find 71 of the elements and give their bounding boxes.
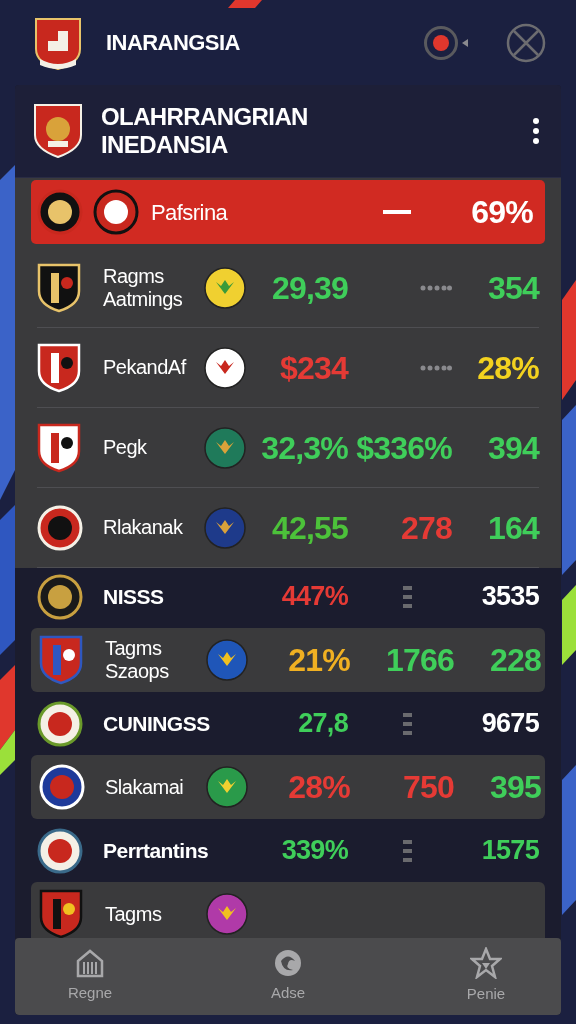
shield-icon: [37, 422, 81, 473]
badge-icon: [37, 504, 83, 551]
badge-icon: [37, 827, 83, 874]
stat-value: 21%: [288, 641, 350, 680]
team-row[interactable]: CUNINGSS 27,8 9675: [37, 695, 539, 752]
team-card[interactable]: Tagms: [31, 882, 545, 938]
shield-icon: [33, 103, 83, 159]
star-icon: [470, 947, 502, 980]
dots-icon: [420, 364, 452, 371]
stat-value: 1766: [386, 641, 454, 680]
shield-icon: [39, 635, 83, 685]
handle-icon: [403, 585, 412, 608]
team-row[interactable]: Perrtantins 339% 1575: [37, 822, 539, 879]
team-name: Pegk: [103, 436, 148, 459]
handle-icon: [403, 839, 412, 862]
stat-value: 29,39: [271, 268, 348, 308]
nav-tab[interactable]: Regne: [55, 948, 125, 1005]
stat-value: 164: [488, 508, 539, 548]
app-title: INARANGSIA: [106, 29, 240, 57]
team-name: Tagms: [105, 902, 163, 926]
team-name: Perrtantins: [103, 839, 210, 862]
highlighted-row[interactable]: Pafsrina 69%: [31, 180, 545, 244]
team-card[interactable]: Slakamai 28% 750 395: [31, 755, 545, 819]
team-name: Tagms Szaops: [105, 637, 170, 683]
dots-icon: [420, 284, 452, 291]
badge-icon: [37, 573, 83, 620]
panel-title: OLAHRRANGRIAN INEDANSIA: [101, 103, 308, 159]
nav-tab[interactable]: Penie: [451, 947, 521, 1006]
stat-value: 3535: [481, 580, 539, 614]
stat-value: 1575: [481, 834, 539, 868]
stat-value: 28%: [288, 768, 350, 807]
stat-value: $336%: [356, 428, 452, 468]
stat-value: 32,3%: [261, 428, 348, 468]
stat-value: 750: [403, 768, 454, 807]
stat-value: $234: [280, 348, 348, 388]
badge-icon: [39, 764, 85, 810]
team-name: Ragms Aatmings: [103, 264, 184, 311]
team-name: Slakamai: [105, 775, 185, 799]
stat-value: 354: [488, 268, 539, 308]
stat-value: 278: [401, 508, 452, 548]
nav-tab[interactable]: Adse: [253, 948, 323, 1005]
team-name: Pafsrina: [151, 198, 228, 227]
team-card[interactable]: Tagms Szaops 21% 1766 228: [31, 628, 545, 692]
badge-icon: [37, 189, 83, 235]
handle-icon: [403, 712, 412, 735]
stat-value: 42,55: [271, 508, 348, 548]
badge-icon: [37, 700, 83, 747]
stat-value: 28%: [477, 348, 539, 388]
stat-value: 69%: [471, 193, 533, 232]
stat-value: 447%: [281, 580, 348, 614]
shield-icon: [37, 262, 81, 313]
close-button[interactable]: [506, 22, 546, 63]
stat-value: 395: [490, 768, 541, 807]
stat-value: 27,8: [298, 707, 348, 741]
team-name: NISSS: [103, 585, 165, 608]
caret-icon: [462, 38, 468, 47]
stripe: [228, 0, 262, 8]
badge-icon: [273, 948, 303, 979]
home-icon: [75, 948, 105, 979]
stat-value: 394: [488, 428, 539, 468]
team-name: PekandAf: [103, 356, 188, 379]
team-name: CUNINGSS: [103, 712, 211, 735]
stat-value: 339%: [281, 834, 348, 868]
stat-value: 228: [490, 641, 541, 680]
team-name: Rlakanak: [103, 516, 184, 539]
shield-icon: [39, 889, 83, 938]
record-button[interactable]: [424, 25, 458, 60]
stat-value: 9675: [481, 707, 539, 741]
dash-icon: [383, 210, 412, 214]
shield-icon: [37, 342, 81, 393]
team-row[interactable]: NISSS 447% 3535: [37, 568, 539, 625]
